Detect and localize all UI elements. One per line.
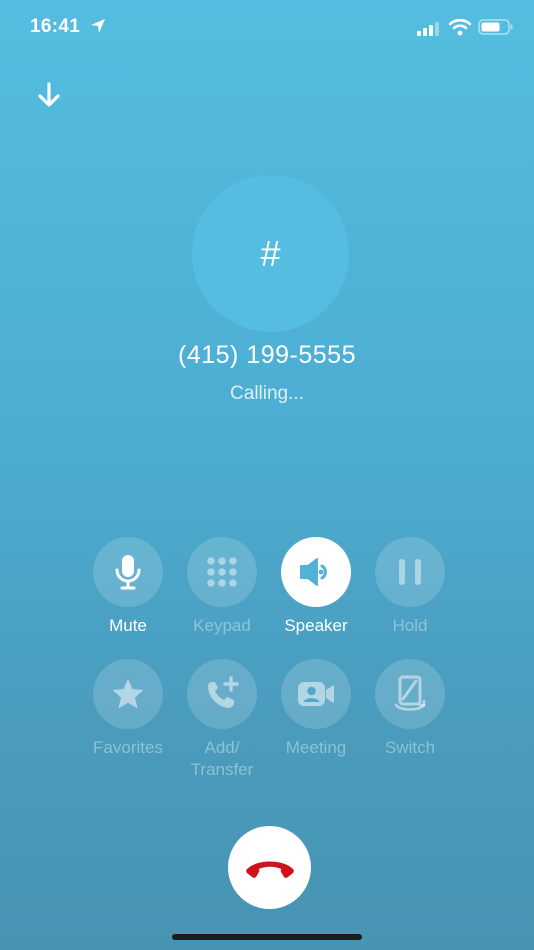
add-transfer-control[interactable]: Add/ Transfer — [172, 659, 272, 781]
add-transfer-label: Add/ Transfer — [172, 737, 272, 781]
hold-label: Hold — [392, 616, 428, 635]
keypad-control[interactable]: Keypad — [172, 537, 272, 637]
meeting-control[interactable]: Meeting — [266, 659, 366, 759]
arrow-down-icon[interactable] — [32, 78, 66, 112]
avatar-text: # — [260, 232, 281, 274]
mute-control[interactable]: Mute — [78, 537, 178, 637]
wifi-icon — [449, 18, 471, 36]
hold-control[interactable]: Hold — [360, 537, 460, 637]
mute-button[interactable] — [93, 537, 163, 607]
meeting-button[interactable] — [281, 659, 351, 729]
favorites-label: Favorites — [93, 738, 163, 757]
add-transfer-label-line2: Transfer — [190, 760, 254, 779]
switch-button[interactable] — [375, 659, 445, 729]
status-bar: 16:41 — [0, 0, 534, 56]
mute-label: Mute — [109, 616, 147, 635]
keypad-button[interactable] — [187, 537, 257, 607]
speaker-control[interactable]: Speaker — [266, 537, 366, 637]
add-transfer-button[interactable] — [187, 659, 257, 729]
end-call-button[interactable] — [228, 826, 311, 909]
status-time: 16:41 — [30, 16, 81, 37]
star-icon — [112, 679, 144, 709]
switch-label: Switch — [384, 738, 436, 757]
favorites-control[interactable]: Favorites — [78, 659, 178, 759]
home-indicator[interactable] — [172, 934, 362, 940]
hang-up-icon — [245, 861, 294, 878]
device-switch-icon — [394, 675, 426, 711]
battery-icon — [478, 19, 513, 35]
favorites-button[interactable] — [93, 659, 163, 729]
caller-avatar: # — [192, 175, 349, 332]
phone-plus-icon — [208, 676, 239, 708]
microphone-icon — [115, 555, 141, 590]
keypad-label: Keypad — [193, 616, 251, 635]
call-status: Calling... — [230, 383, 304, 404]
cellular-signal-icon — [417, 22, 439, 36]
speaker-button[interactable] — [281, 537, 351, 607]
switch-control[interactable]: Switch — [360, 659, 460, 759]
add-transfer-label-line1: Add/ — [204, 738, 240, 757]
speaker-label: Speaker — [284, 616, 348, 635]
location-arrow-icon — [91, 19, 105, 33]
video-camera-icon — [298, 682, 334, 706]
keypad-grid-icon — [207, 557, 237, 587]
hold-button[interactable] — [375, 537, 445, 607]
pause-icon — [399, 559, 421, 585]
speaker-icon — [300, 558, 327, 586]
phone-number: (415) 199-5555 — [178, 341, 356, 369]
meeting-label: Meeting — [285, 738, 347, 757]
